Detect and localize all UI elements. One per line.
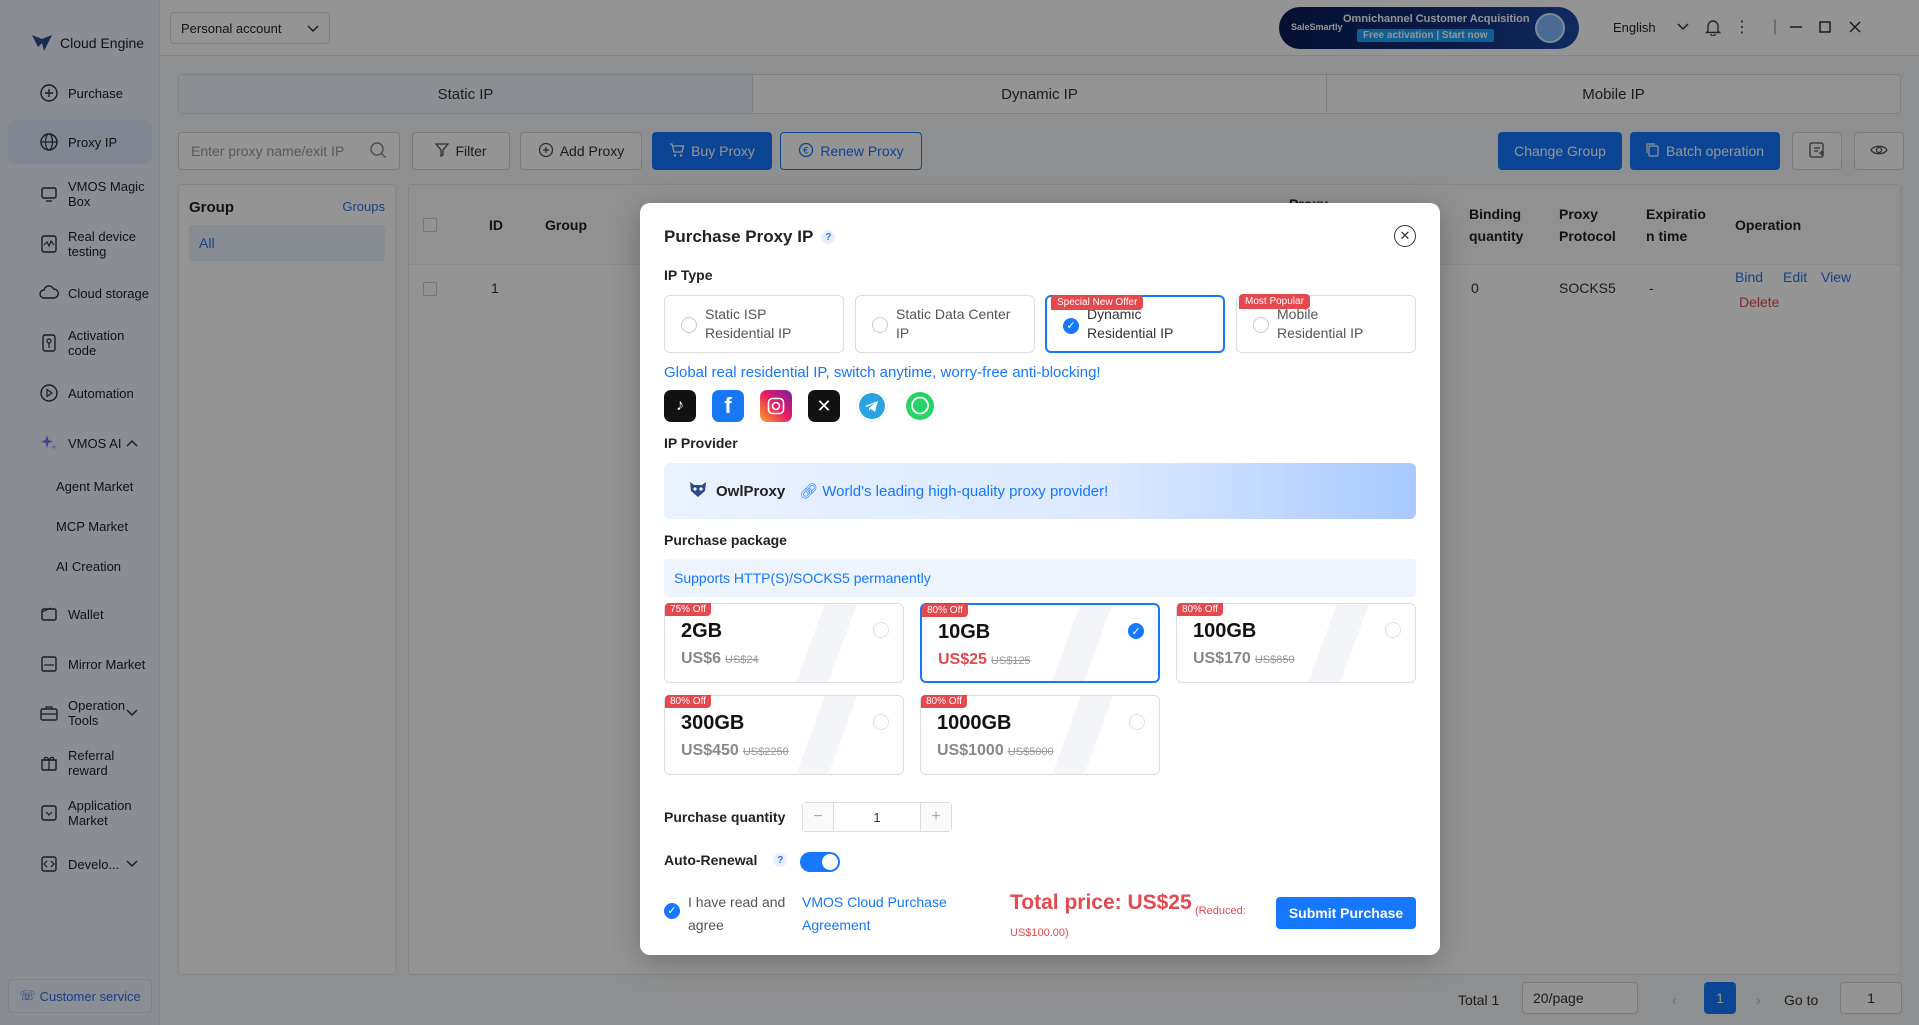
provider-name: OwlProxy: [716, 482, 786, 500]
agree-text: I have read and agree: [688, 894, 786, 933]
price-value: US$6: [681, 650, 722, 667]
ip-type-label-text: Mobile Residential IP: [1277, 306, 1364, 341]
discount-badge: 75% Off: [665, 603, 711, 616]
radio-icon: [1253, 317, 1269, 333]
ip-type-dynamic-residential[interactable]: Special New Offer ✓ Dynamic Residential …: [1045, 295, 1225, 353]
auto-renewal-row: Auto-Renewal ?: [664, 852, 788, 868]
ip-type-static-datacenter[interactable]: Static Data Center IP: [855, 295, 1035, 353]
modal-close-button[interactable]: ✕: [1394, 225, 1416, 247]
whatsapp-icon: [904, 390, 936, 422]
radio-icon: [681, 317, 697, 333]
discount-badge: 80% Off: [922, 604, 968, 617]
original-price: US$2250: [742, 746, 789, 758]
link-icon: 🔗︎: [799, 483, 819, 500]
close-icon: ✕: [1399, 228, 1411, 243]
modal-title-text: Purchase Proxy IP: [664, 227, 814, 246]
tiktok-icon: ♪: [664, 390, 696, 422]
price-value: US$25: [938, 651, 987, 668]
instagram-icon: [760, 390, 792, 422]
package-size: 100GB: [1193, 620, 1257, 642]
ip-type-mobile-residential[interactable]: Most Popular Mobile Residential IP: [1236, 294, 1416, 353]
reduced-amount: (Reduced: US$100.00): [1010, 900, 1270, 944]
original-price: US$5000: [1007, 746, 1054, 758]
discount-badge: 80% Off: [1177, 603, 1223, 616]
agreement-row: ✓ I have read and agree VMOS Cloud Purch…: [664, 891, 952, 937]
radio-icon: [873, 622, 889, 638]
help-icon[interactable]: ?: [821, 230, 836, 244]
package-100gb[interactable]: 80% Off 100GB US$170 US$850: [1176, 603, 1416, 683]
provider-description: World's leading high-quality proxy provi…: [822, 482, 1109, 500]
package-2gb[interactable]: 75% Off 2GB US$6 US$24: [664, 603, 904, 683]
ip-type-tagline: Global real residential IP, switch anyti…: [664, 364, 1101, 381]
package-price: US$170 US$850: [1193, 650, 1295, 668]
increment-button[interactable]: +: [921, 803, 951, 831]
help-icon[interactable]: ?: [773, 853, 788, 867]
radio-icon: [872, 317, 888, 333]
package-price: US$1000 US$5000: [937, 742, 1054, 760]
package-size: 300GB: [681, 712, 745, 734]
package-size: 10GB: [938, 621, 991, 643]
package-price: US$25 US$125: [938, 651, 1031, 669]
reduced-text: (Reduced: US$100.00): [1010, 905, 1246, 939]
discount-badge: 80% Off: [921, 695, 967, 708]
agreement-link[interactable]: VMOS Cloud Purchase Agreement: [802, 891, 952, 937]
modal-title: Purchase Proxy IP ?: [664, 227, 836, 247]
purchase-package-label: Purchase package: [664, 532, 787, 548]
price-value: US$1000: [937, 742, 1004, 759]
package-300gb[interactable]: 80% Off 300GB US$450 US$2250: [664, 695, 904, 775]
radio-icon: [1385, 622, 1401, 638]
owl-icon: [688, 479, 708, 503]
original-price: US$24: [725, 654, 759, 666]
radio-icon: [1129, 714, 1145, 730]
package-size: 1000GB: [937, 712, 1012, 734]
discount-badge: 80% Off: [665, 695, 711, 708]
package-price: US$6 US$24: [681, 650, 759, 668]
price-value: US$450: [681, 742, 739, 759]
auto-renewal-toggle[interactable]: [800, 852, 840, 872]
ip-type-label: IP Type: [664, 267, 713, 283]
telegram-icon: [856, 390, 888, 422]
submit-purchase-button[interactable]: Submit Purchase: [1276, 897, 1416, 929]
quantity-input[interactable]: 1: [833, 803, 921, 831]
supports-note: Supports HTTP(S)/SOCKS5 permanently: [664, 559, 1416, 597]
most-popular-badge: Most Popular: [1239, 294, 1310, 309]
package-price: US$450 US$2250: [681, 742, 789, 760]
package-size: 2GB: [681, 620, 723, 642]
social-icons: ♪ f ✕: [664, 390, 936, 422]
price-value: US$170: [1193, 650, 1251, 667]
agree-checkbox[interactable]: ✓: [664, 903, 680, 919]
original-price: US$125: [990, 655, 1031, 667]
decrement-button[interactable]: −: [803, 803, 833, 831]
purchase-quantity-label: Purchase quantity: [664, 809, 786, 825]
purchase-proxy-modal: Purchase Proxy IP ? ✕ IP Type Static ISP…: [640, 203, 1440, 955]
provider-card[interactable]: OwlProxy 🔗︎ World's leading high-quality…: [664, 463, 1416, 519]
special-offer-badge: Special New Offer: [1051, 295, 1144, 310]
app: Cloud Engine Purchase Proxy IP VMOS Magi…: [0, 0, 1919, 1025]
x-icon: ✕: [808, 390, 840, 422]
original-price: US$850: [1254, 654, 1295, 666]
package-10gb[interactable]: 80% Off 10GB US$25 US$125 ✓: [920, 603, 1160, 683]
ip-type-static-isp[interactable]: Static ISP Residential IP: [664, 295, 844, 353]
auto-renewal-label: Auto-Renewal: [664, 852, 758, 868]
quantity-stepper: − 1 +: [802, 802, 952, 832]
ip-type-label-text: Dynamic Residential IP: [1087, 306, 1174, 341]
package-1000gb[interactable]: 80% Off 1000GB US$1000 US$5000: [920, 695, 1160, 775]
ip-provider-label: IP Provider: [664, 435, 738, 451]
ip-type-label-text: Static Data Center IP: [896, 306, 1011, 341]
ip-type-label-text: Static ISP Residential IP: [705, 306, 792, 341]
radio-checked-icon: ✓: [1128, 623, 1144, 639]
facebook-icon: f: [712, 390, 744, 422]
radio-checked-icon: ✓: [1063, 318, 1079, 334]
radio-icon: [873, 714, 889, 730]
